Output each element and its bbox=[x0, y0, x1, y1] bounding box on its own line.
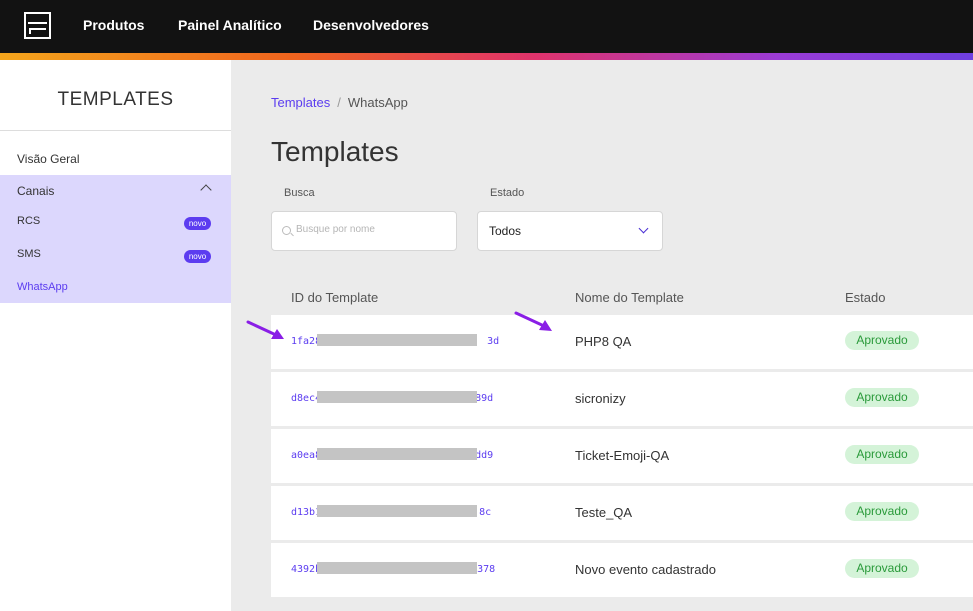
annotation-arrow-icon bbox=[246, 320, 284, 339]
template-name: Teste_QA bbox=[575, 505, 633, 520]
status-badge: Aprovado bbox=[845, 331, 919, 350]
redaction-mask bbox=[317, 505, 477, 517]
brand-logo[interactable] bbox=[24, 12, 51, 39]
column-header-name: Nome do Template bbox=[575, 290, 684, 305]
state-select-value: Todos bbox=[489, 224, 522, 238]
sidebar-item-whatsapp[interactable]: WhatsApp bbox=[17, 281, 68, 293]
table-row[interactable]: a0ea8 dd9 Ticket-Emoji-QA Aprovado bbox=[271, 429, 973, 483]
top-navigation-bar: Produtos Painel Analítico Desenvolvedore… bbox=[0, 0, 973, 53]
status-badge: Aprovado bbox=[845, 388, 919, 407]
template-name: Novo evento cadastrado bbox=[575, 562, 716, 577]
status-badge: Aprovado bbox=[845, 559, 919, 578]
template-name: sicronizy bbox=[575, 391, 626, 406]
sidebar: TEMPLATES Visão Geral Canais RCS novo SM… bbox=[0, 60, 231, 611]
search-input[interactable] bbox=[296, 224, 446, 235]
breadcrumb: Templates / WhatsApp bbox=[271, 95, 408, 110]
sidebar-title: TEMPLATES bbox=[57, 89, 174, 110]
chevron-down-icon bbox=[638, 223, 649, 234]
nav-item-desenvolvedores[interactable]: Desenvolvedores bbox=[313, 17, 429, 33]
page-title: Templates bbox=[271, 136, 399, 167]
redaction-mask bbox=[317, 562, 477, 574]
redaction-mask bbox=[317, 448, 477, 460]
breadcrumb-link-templates[interactable]: Templates bbox=[271, 95, 330, 110]
redaction-mask bbox=[317, 334, 477, 346]
status-badge: Aprovado bbox=[845, 445, 919, 464]
state-select[interactable]: Todos bbox=[477, 211, 663, 251]
sidebar-item-sms[interactable]: SMS bbox=[17, 248, 41, 260]
column-header-status: Estado bbox=[845, 290, 886, 305]
search-label: Busca bbox=[284, 187, 315, 199]
search-field[interactable] bbox=[271, 211, 457, 251]
brand-gradient-strip bbox=[0, 53, 973, 60]
nav-item-painel-analitico[interactable]: Painel Analítico bbox=[178, 17, 282, 33]
table-row[interactable]: d8ec4 789d sicronizy Aprovado bbox=[271, 372, 973, 426]
breadcrumb-current: WhatsApp bbox=[347, 95, 408, 110]
column-header-id: ID do Template bbox=[291, 290, 379, 305]
search-icon bbox=[282, 226, 291, 235]
redaction-mask bbox=[317, 391, 477, 403]
table-row[interactable]: d13b1 8c Teste_QA Aprovado bbox=[271, 486, 973, 540]
template-name: PHP8 QA bbox=[575, 334, 632, 349]
sidebar-item-visao-geral[interactable]: Visão Geral bbox=[17, 152, 79, 166]
table-row[interactable]: 4392b 378 Novo evento cadastrado Aprovado bbox=[271, 543, 973, 597]
table-row[interactable]: 1fa28 3d PHP8 QA Aprovado bbox=[271, 315, 973, 369]
sidebar-item-canais[interactable]: Canais bbox=[17, 184, 54, 198]
status-badge: Aprovado bbox=[845, 502, 919, 521]
annotation-arrow-icon bbox=[514, 311, 552, 331]
new-badge: novo bbox=[184, 250, 211, 263]
state-label: Estado bbox=[490, 187, 525, 199]
sidebar-item-rcs[interactable]: RCS bbox=[17, 215, 40, 227]
breadcrumb-separator: / bbox=[337, 95, 341, 110]
nav-item-produtos[interactable]: Produtos bbox=[83, 17, 144, 33]
template-name: Ticket-Emoji-QA bbox=[575, 448, 670, 463]
sidebar-divider bbox=[0, 130, 231, 131]
new-badge: novo bbox=[184, 217, 211, 230]
